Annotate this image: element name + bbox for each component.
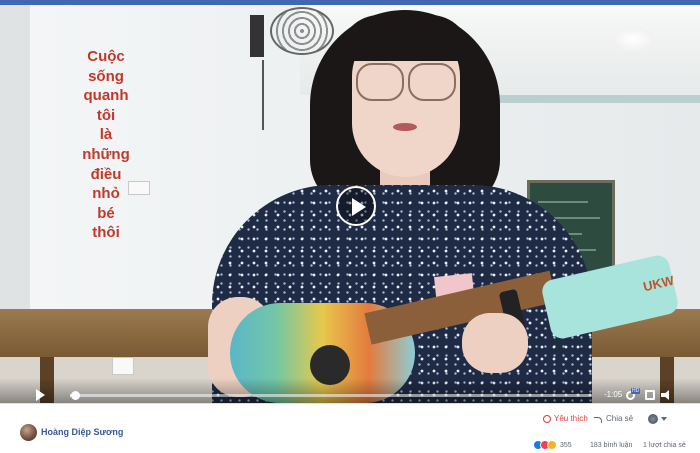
like-button[interactable]: Yêu thích: [543, 414, 588, 423]
lyric-word: quanh: [83, 87, 129, 105]
haha-reaction-icon: [547, 440, 557, 450]
hd-settings-icon[interactable]: HD: [626, 388, 641, 400]
share-count-link[interactable]: 1 lượt chia sẻ: [643, 442, 686, 449]
volume-icon[interactable]: [661, 389, 673, 401]
reaction-count: 355: [560, 441, 572, 449]
lyric-word: tôi: [96, 106, 116, 124]
lyric-word: sống: [88, 67, 124, 85]
video-player[interactable]: UKW Cuộc sống quanh tôi là những điều nh…: [0, 5, 700, 403]
lyric-word: thôi: [92, 224, 120, 242]
play-icon[interactable]: [36, 389, 46, 401]
lyric-word: nhỏ: [92, 185, 120, 203]
page-avatar-icon: [648, 414, 658, 424]
author-name-link[interactable]: Hoàng Diệp Sương: [41, 427, 123, 437]
post-info-bar: Hoàng Diệp Sương Yêu thích Chia sẻ 355 1…: [0, 403, 700, 453]
share-arrow-icon: [594, 415, 603, 423]
seek-handle[interactable]: [71, 391, 81, 400]
heart-icon: [543, 414, 551, 423]
hd-badge: HD: [631, 388, 641, 394]
seek-bar[interactable]: [70, 391, 592, 400]
center-play-button[interactable]: [336, 186, 376, 226]
lyric-word: bé: [97, 204, 115, 222]
comment-count-link[interactable]: 183 bình luận: [590, 442, 632, 449]
like-button-label: Yêu thích: [554, 414, 588, 423]
share-button-label: Chia sẻ: [606, 414, 634, 423]
lyric-word: điều: [90, 165, 122, 183]
video-controls: -1:05 HD: [0, 378, 700, 403]
caret-down-icon: [661, 417, 667, 421]
lyric-overlay: Cuộc sống quanh tôi là những điều nhỏ bé…: [64, 47, 148, 243]
avatar[interactable]: [20, 424, 37, 441]
lyric-word: Cuộc: [87, 48, 125, 65]
time-remaining: -1:05: [604, 390, 623, 399]
reaction-summary[interactable]: 355: [533, 440, 572, 450]
lyric-word: là: [99, 126, 113, 144]
fullscreen-icon[interactable]: [645, 390, 655, 400]
page-selector[interactable]: [648, 414, 672, 424]
lyric-word: những: [82, 145, 130, 163]
share-button[interactable]: Chia sẻ: [594, 414, 633, 423]
